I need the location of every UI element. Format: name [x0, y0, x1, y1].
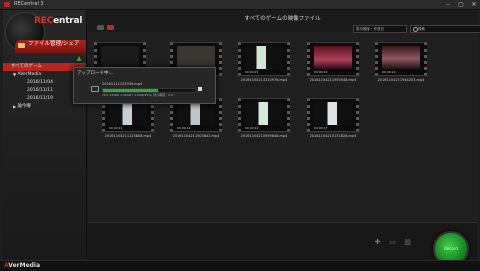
app-icon — [4, 2, 10, 7]
upload-progress-fill — [103, 89, 159, 92]
video-filename: 20161104211955548.mp4 — [309, 78, 357, 82]
folder-icon — [18, 43, 25, 48]
logo: RECentral — [34, 16, 83, 26]
video-thumbnail[interactable]: 00:00:12 20161104210939648.mp4 — [238, 98, 290, 138]
sidebar: RECentral ファイル管理/シェア ▲ すべてのゲーム ▼ AVerMed… — [3, 10, 87, 259]
sort-select[interactable]: 表示順序・作成日 — [353, 25, 407, 33]
search-placeholder: 検索 — [418, 27, 425, 31]
caret-right-icon: ▶ — [13, 104, 17, 109]
brand-logo: AVerMedia — [4, 262, 41, 269]
list-view-icon[interactable] — [97, 25, 104, 30]
video-preview: 00:00:17 — [307, 98, 359, 132]
window-title: RECentral 3 — [14, 1, 44, 7]
video-preview: 00:00:12 — [307, 42, 359, 76]
main-header: すべてのゲームの映像ファイル 表示順序・作成日 検索 — [88, 10, 480, 33]
file-actions: ✚ ▭ ▥ — [374, 239, 411, 246]
stop-upload-button[interactable] — [198, 87, 202, 91]
video-filename: 20161104210131828.mp4 — [309, 134, 357, 138]
video-thumbnail[interactable]: 00:00:11 20161104211125808.mp4 — [102, 98, 154, 138]
main-panel: すべてのゲームの映像ファイル 表示順序・作成日 検索 00:00:14 00:0… — [88, 10, 480, 267]
video-thumbnail[interactable]: 00:00:22 20161104211944203.mp4 — [375, 42, 427, 82]
minimize-button[interactable]: – — [444, 0, 452, 9]
upload-dialog-title: アップロード中... — [77, 71, 113, 76]
trash-icon[interactable]: ▥ — [404, 239, 411, 246]
upload-status: 18.1 23980 1.56GB / 1.6GB(95%) 残り時間 : 0:… — [102, 93, 174, 97]
window-controls: – ▢ ✕ — [444, 0, 478, 9]
logo-area: RECentral ファイル管理/シェア — [3, 10, 86, 54]
search-icon — [413, 27, 418, 32]
bottom-bar: ✚ ▭ ▥ Record — [88, 222, 477, 267]
window-titlebar: RECentral 3 – ▢ ✕ — [0, 0, 480, 10]
maximize-button[interactable]: ▢ — [457, 0, 465, 9]
tab-file-management[interactable]: ファイル管理/シェア — [15, 40, 86, 53]
caret-down-icon: ▼ — [13, 72, 17, 77]
folder-open-icon[interactable]: ▭ — [389, 239, 396, 246]
view-toggle — [97, 25, 114, 30]
camera-icon — [91, 86, 99, 92]
share-icon[interactable]: ✚ — [374, 239, 381, 246]
video-filename: 20161104213210976.mp4 — [240, 78, 288, 82]
close-button[interactable]: ✕ — [470, 0, 478, 9]
video-thumbnail[interactable]: 00:00:14 20161104211003842.mp4 — [170, 98, 222, 138]
video-filename: 20161104211944203.mp4 — [377, 78, 425, 82]
video-thumbnail[interactable]: 00:00:21 20161104213210976.mp4 — [238, 42, 290, 82]
video-filename: 20161104211125808.mp4 — [104, 134, 152, 138]
video-preview: 00:00:12 — [238, 98, 290, 132]
upload-icon[interactable]: ▲ — [75, 56, 83, 62]
footer-bar: AVerMedia — [0, 260, 480, 271]
tab-file-management-label: ファイル管理/シェア — [28, 41, 80, 47]
page-title: すべてのゲームの映像ファイル — [244, 16, 321, 22]
video-preview: 00:00:22 — [375, 42, 427, 76]
grid-view-icon[interactable] — [107, 25, 114, 30]
video-thumbnail[interactable]: 00:00:17 20161104210131828.mp4 — [307, 98, 359, 138]
video-filename: 20161104210939648.mp4 — [240, 134, 288, 138]
video-preview: 00:00:21 — [238, 42, 290, 76]
video-filename: 20161104211003842.mp4 — [172, 134, 220, 138]
search-input[interactable]: 検索 — [410, 25, 480, 33]
upload-filename: 20161111133339.mp4 — [102, 82, 143, 86]
video-thumbnail[interactable]: 00:00:12 20161104211955548.mp4 — [307, 42, 359, 82]
sidebar-item-folder[interactable]: ▶ 論今曜 — [3, 103, 86, 111]
upload-dialog: アップロード中... 20161111133339.mp4 18.1 23980… — [73, 67, 216, 104]
